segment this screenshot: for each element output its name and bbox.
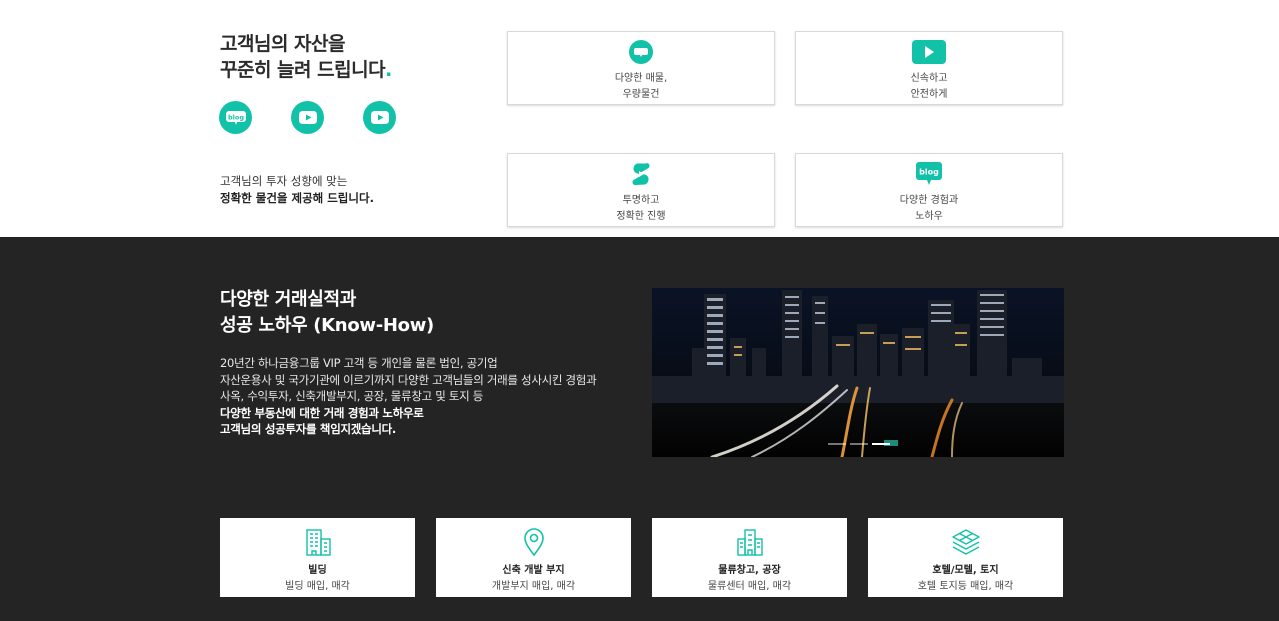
track-record-title: 다양한 거래실적과 성공 노하우 (Know-How) [220, 289, 434, 336]
svg-text:blog: blog [228, 113, 244, 121]
youtube-icon [370, 111, 389, 124]
slider-pagination [828, 443, 890, 445]
city-night-slider[interactable] [652, 288, 1064, 457]
service-card-development-land[interactable]: 신축 개발 부지 개발부지 매입, 매각 [436, 518, 631, 597]
blog-icon: blog [916, 162, 942, 185]
intro-section: 고객님의 자산을 꾸준히 늘려 드립니다. blog 고객님의 투자 성향에 맞… [0, 0, 1279, 237]
service-card-hotel-land[interactable]: 호텔/모텔, 토지 호텔 토지등 매입, 매각 [868, 518, 1063, 597]
blog-icon [629, 40, 653, 64]
play-icon [912, 40, 946, 64]
blog-link-button[interactable]: blog [219, 101, 252, 134]
building-icon [305, 529, 331, 556]
blog-icon: blog [225, 110, 246, 125]
layers-icon [951, 529, 980, 555]
youtube-icon [298, 111, 317, 124]
location-pin-icon [523, 528, 544, 557]
track-record-body: 20년간 하나금융그룹 VIP 고객 등 개인을 물론 법인, 공기업 자산운용… [220, 356, 597, 436]
shorts-icon [632, 163, 650, 186]
svg-text:blog: blog [919, 168, 939, 177]
intro-headline: 고객님의 자산을 꾸준히 늘려 드립니다. [220, 33, 392, 81]
feature-card-experience[interactable]: blog 다양한 경험과 노하우 [795, 153, 1063, 227]
youtube-link-button-2[interactable] [363, 101, 396, 134]
youtube-link-button[interactable] [291, 101, 324, 134]
track-record-section: 다양한 거래실적과 성공 노하우 (Know-How) 20년간 하나금융그룹 … [0, 237, 1279, 621]
feature-card-listings[interactable]: 다양한 매물, 우량물건 [507, 31, 775, 105]
intro-subtext: 고객님의 투자 성향에 맞는 정확한 물건을 제공해 드립니다. [220, 174, 374, 205]
slider-dot[interactable] [828, 443, 846, 445]
slider-dot-active[interactable] [872, 443, 890, 445]
service-card-warehouse[interactable]: 물류창고, 공장 물류센터 매입, 매각 [652, 518, 847, 597]
feature-card-transparency[interactable]: 투명하고 정확한 진행 [507, 153, 775, 227]
city-skyline-image [652, 288, 1064, 457]
service-card-building[interactable]: 빌딩 빌딩 매입, 매각 [220, 518, 415, 597]
slider-dot[interactable] [850, 443, 868, 445]
warehouse-icon [736, 529, 763, 556]
feature-card-speed[interactable]: 신속하고 안전하게 [795, 31, 1063, 105]
